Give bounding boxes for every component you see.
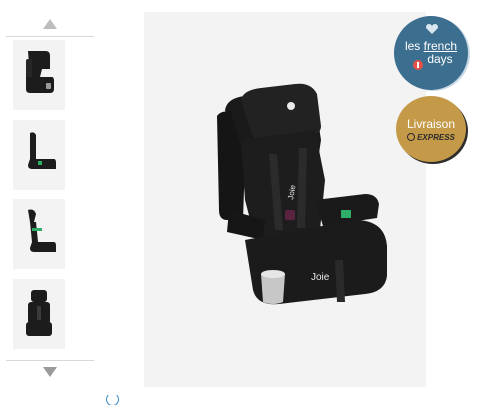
thumbnail-4[interactable] — [13, 279, 65, 349]
heart-icon — [426, 24, 438, 34]
french-days-line2: days — [427, 52, 453, 66]
clock-icon — [407, 133, 416, 141]
thumbnail-divider-bottom — [6, 360, 94, 361]
thumbnail-scroll-down-button[interactable] — [6, 362, 94, 382]
thumbnail-column — [6, 8, 94, 380]
main-product-image[interactable]: Joie Joie — [144, 12, 426, 387]
car-seat-main-image: Joie Joie — [217, 83, 387, 304]
livraison-express-badge[interactable]: Livraison EXPRESS — [396, 96, 466, 162]
car-seat-thumbnail-image — [26, 51, 54, 93]
triangle-up-icon — [43, 19, 57, 29]
car-seat-thumbnail-image — [28, 132, 56, 169]
thumbnail-2[interactable] — [13, 120, 65, 190]
thumbnail-divider-top — [6, 36, 94, 37]
balloon-icon — [413, 60, 423, 70]
thumbnail-3[interactable] — [13, 199, 65, 269]
french-days-badge[interactable]: les french days — [394, 16, 468, 90]
thumbnail-scroll-up-button[interactable] — [6, 14, 94, 34]
livraison-line1: Livraison — [406, 116, 456, 131]
spinner-icon — [106, 393, 119, 405]
triangle-down-icon — [43, 367, 57, 377]
product-gallery-page: Joie Joie les french days Livraison EXPR… — [0, 0, 480, 405]
car-seat-thumbnail-image — [28, 209, 56, 252]
car-seat-thumbnail-image — [26, 290, 52, 336]
brand-logo-text: Joie — [311, 272, 330, 283]
livraison-express-label: EXPRESS — [417, 132, 455, 142]
thumbnail-1[interactable] — [13, 40, 65, 110]
livraison-line2: EXPRESS — [407, 133, 455, 142]
